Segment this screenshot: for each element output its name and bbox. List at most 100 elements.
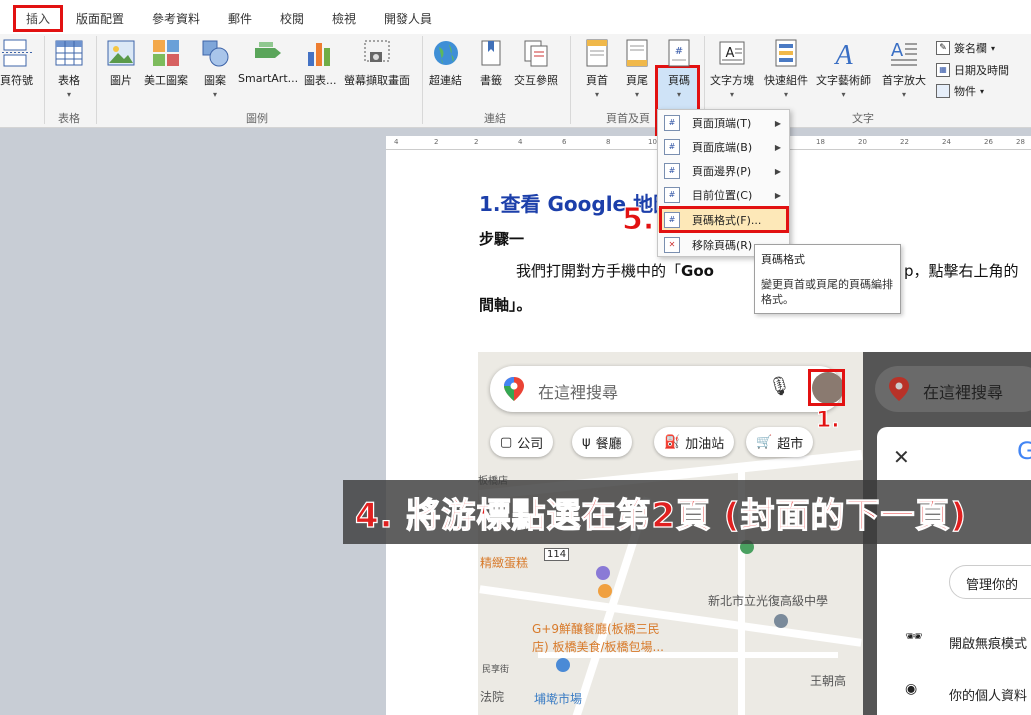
footer-button[interactable]: 頁尾 ▾	[622, 38, 652, 99]
menu-bar: 插入 版面配置 參考資料 郵件 校閱 檢視 開發人員	[0, 0, 1031, 34]
close-icon[interactable]: ✕	[893, 445, 910, 469]
chevron-down-icon: ▾	[66, 90, 71, 99]
google-logo: G	[1017, 437, 1031, 465]
map-pin-icon	[889, 377, 909, 401]
format-item-highlight	[659, 206, 789, 233]
date-time-button[interactable]: ▦ 日期及時間	[936, 62, 1009, 78]
chevron-down-icon: ▾	[901, 90, 906, 99]
clipart-button[interactable]: 美工圖案	[144, 38, 188, 88]
group-label-header-footer: 頁首及頁	[606, 112, 650, 125]
chevron-down-icon: ▾	[841, 90, 846, 99]
menu-item-top-of-page[interactable]: # 頁面頂端(T) ▶	[658, 111, 789, 135]
tab-mailings[interactable]: 郵件	[228, 10, 252, 27]
group-label-text: 文字	[852, 112, 874, 125]
poi-school: 新北市立光復高級中學	[708, 594, 829, 608]
clipart-icon	[153, 40, 179, 66]
chart-button[interactable]: 圖表...	[304, 38, 337, 88]
microphone-icon[interactable]: 🎙	[768, 376, 791, 397]
poi-marker	[556, 658, 570, 672]
instruction-banner: 4. 將游標點選在第2頁 (封面的下一頁)	[343, 480, 1031, 544]
cart-icon: 🛒	[756, 434, 773, 450]
chevron-down-icon: ▾	[729, 90, 734, 99]
table-button[interactable]: 表格 ▾	[54, 38, 84, 99]
signature-line-button[interactable]: ✎ 簽名欄 ▾	[936, 40, 995, 56]
chevron-right-icon: ▶	[774, 190, 781, 200]
screenshot-icon	[364, 40, 390, 62]
page-top-icon: #	[664, 115, 680, 131]
annotation-one: 1.	[816, 408, 841, 434]
page-number-dropdown: # 頁面頂端(T) ▶ # 頁面底端(B) ▶ # 頁面邊界(P) ▶ # 目前位置(C) ▶ …	[657, 109, 790, 257]
table-icon	[55, 40, 83, 66]
fork-knife-icon: ψ	[582, 434, 591, 450]
svg-text:A: A	[891, 40, 904, 61]
tab-insert[interactable]: 插入	[13, 5, 64, 32]
menu-item-bottom-of-page[interactable]: # 頁面底端(B) ▶	[658, 135, 789, 159]
tab-view[interactable]: 檢視	[332, 10, 356, 27]
footer-icon	[626, 39, 648, 67]
bookmark-button[interactable]: 書籤	[476, 38, 506, 88]
chevron-down-icon: ▾	[980, 86, 985, 96]
profile-icon: ◉	[905, 681, 918, 697]
object-button[interactable]: 物件 ▾	[936, 83, 984, 99]
poi-hotel: 王朝高	[810, 674, 847, 688]
poi-court: 法院	[480, 690, 505, 704]
paragraph-line-2: 間軸」。	[479, 296, 532, 314]
calendar-icon: ▦	[936, 63, 950, 77]
poi-marker	[774, 614, 788, 628]
avatar-highlight	[808, 369, 845, 406]
chevron-down-icon: ▾	[783, 90, 788, 99]
menu-item-page-margins[interactable]: # 頁面邊界(P) ▶	[658, 159, 789, 183]
svg-text:A: A	[833, 40, 853, 68]
chevron-right-icon: ▶	[774, 142, 781, 152]
map-pin-icon	[504, 377, 524, 401]
drop-cap-button[interactable]: A 首字放大 ▾	[882, 38, 926, 99]
chip-restaurant[interactable]: ψ 餐廳	[572, 427, 632, 457]
page-number-button[interactable]: # 頁碼 ▾	[664, 38, 694, 99]
manage-account-button[interactable]: 管理你的	[949, 565, 1031, 599]
text-box-icon: A	[719, 41, 745, 65]
tab-references[interactable]: 參考資料	[152, 10, 200, 27]
quick-parts-icon	[775, 39, 797, 67]
tab-layout[interactable]: 版面配置	[76, 10, 124, 27]
chip-gas-station[interactable]: ⛽ 加油站	[654, 427, 735, 457]
chip-company[interactable]: ▢ 公司	[490, 427, 554, 457]
picture-icon	[107, 40, 135, 66]
chevron-down-icon: ▾	[634, 90, 639, 99]
svg-text:#: #	[675, 46, 683, 57]
quick-parts-button[interactable]: 快速組件 ▾	[764, 38, 808, 99]
gas-pump-icon: ⛽	[664, 434, 681, 450]
incognito-item[interactable]: 開啟無痕模式	[949, 633, 1027, 652]
smartart-button[interactable]: SmartArt...	[238, 38, 298, 85]
profile-item[interactable]: 你的個人資料	[949, 685, 1027, 704]
briefcase-icon: ▢	[500, 434, 513, 450]
tab-review[interactable]: 校閱	[280, 10, 304, 27]
page-break-button[interactable]: 頁符號	[0, 38, 33, 88]
picture-button[interactable]: 圖片	[106, 38, 136, 88]
tab-developer[interactable]: 開發人員	[384, 10, 432, 27]
smartart-icon	[255, 42, 282, 58]
poi-market: 埔墘市場	[534, 692, 583, 706]
globe-icon	[433, 41, 458, 65]
screenshot-button[interactable]: 螢幕擷取畫面	[344, 38, 410, 88]
road-sign: 114	[544, 548, 570, 561]
poi-marker	[596, 566, 610, 580]
chip-supermarket[interactable]: 🛒 超市	[746, 427, 814, 457]
shapes-icon	[202, 40, 229, 67]
text-box-button[interactable]: A 文字方塊 ▾	[710, 38, 754, 99]
hyperlink-button[interactable]: 超連結	[429, 38, 462, 88]
menu-item-current-position[interactable]: # 目前位置(C) ▶	[658, 183, 789, 207]
group-label-illustrations: 圖例	[246, 112, 268, 125]
shapes-button[interactable]: 圖案 ▾	[200, 38, 230, 99]
page-margin-icon: #	[664, 163, 680, 179]
cross-reference-button[interactable]: 交互參照	[514, 38, 558, 88]
svg-text:A: A	[726, 46, 735, 61]
page-number-icon: #	[668, 39, 690, 67]
header-button[interactable]: 頁首 ▾	[582, 38, 612, 99]
page-break-icon	[1, 39, 32, 67]
map-search-bar[interactable]: 在這裡搜尋 🎙	[490, 366, 844, 412]
wordart-button[interactable]: A 文字藝術師 ▾	[816, 38, 871, 99]
paragraph-line-1-end: p，點擊右上角的	[904, 262, 1019, 280]
remove-page-number-icon: ✕	[664, 237, 680, 253]
ribbon: 頁符號 表格 ▾ 圖片 美工圖案 圖案 ▾ SmartArt... 圖表... …	[0, 34, 1031, 144]
map-search-placeholder: 在這裡搜尋	[538, 383, 619, 402]
